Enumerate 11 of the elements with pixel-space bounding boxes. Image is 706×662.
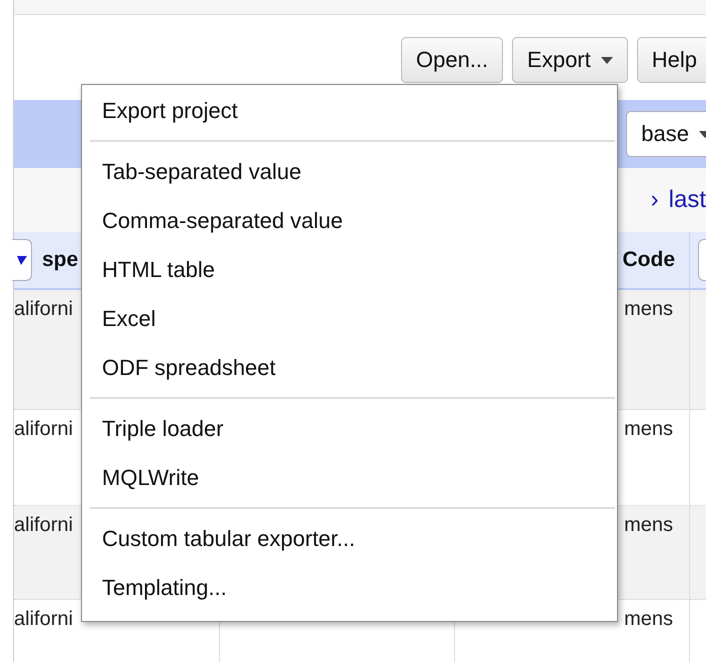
column-menu-button[interactable] [12, 239, 32, 281]
toolbar-button[interactable]: Open... [401, 37, 504, 83]
menu-item[interactable]: Tab-separated value [82, 148, 617, 197]
menu-item[interactable]: Export project [82, 87, 617, 136]
triangle-icon [16, 255, 26, 265]
pager-link[interactable]: › [650, 186, 659, 214]
pager-link[interactable]: last [668, 186, 706, 214]
toolbar-button[interactable]: Help [636, 37, 706, 83]
column-heading: spe [42, 248, 78, 272]
dropdown-button[interactable]: base [626, 111, 706, 157]
toolbar-button[interactable]: Export [512, 37, 628, 83]
